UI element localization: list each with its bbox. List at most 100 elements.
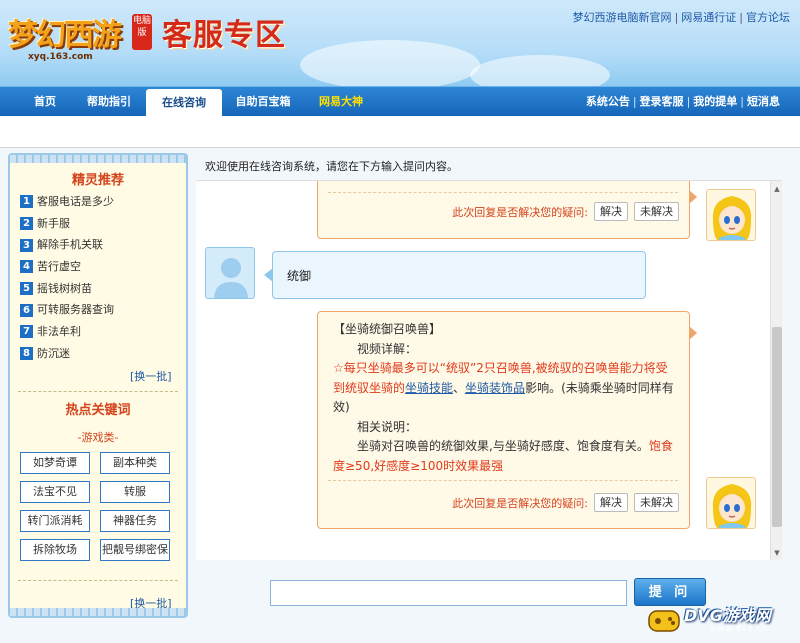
- system-notice-link[interactable]: 系统公告: [586, 95, 630, 108]
- feedback-row: 此次回复是否解决您的疑问: 解决 未解决: [452, 493, 679, 512]
- user-message-bubble: 统御: [264, 251, 646, 299]
- passport-link[interactable]: 网易通行证: [681, 11, 736, 24]
- keyword-button[interactable]: 转门派消耗: [20, 510, 90, 532]
- unresolved-button[interactable]: 未解决: [634, 493, 679, 512]
- reply-paragraph-1: ☆每只坐骑最多可以“统驭”2只召唤兽,被统驭的召唤兽能力将受到统驭坐骑的坐骑技能…: [333, 359, 678, 418]
- item-number: 1: [20, 195, 33, 209]
- refresh-recommend-link[interactable]: [换一批]: [130, 368, 172, 384]
- reply-title: 【坐骑统御召唤兽】: [333, 322, 442, 336]
- mount-skill-link[interactable]: 坐骑技能: [405, 381, 453, 395]
- category-label: -游戏类-: [77, 431, 119, 444]
- official-site-link[interactable]: 梦幻西游电脑新官网: [573, 11, 672, 24]
- keywords-title: 热点关键词: [65, 403, 131, 418]
- scroll-up-arrow-icon[interactable]: ▲: [772, 183, 782, 195]
- chat-scrollbar[interactable]: ▲ ▼: [770, 181, 782, 560]
- feedback-question: 此次回复是否解决您的疑问:: [452, 496, 588, 510]
- panel-border-deco: [10, 155, 186, 163]
- nav-help[interactable]: 帮助指引: [80, 87, 138, 117]
- item-label: 非法牟利: [37, 325, 81, 339]
- recommend-item[interactable]: 5 摇钱树树苗: [20, 278, 180, 300]
- keyword-button[interactable]: 拆除牧场: [20, 539, 90, 561]
- site-header: 梦幻西游 电脑版 xyq.163.com 客服专区 梦幻西游电脑新官网 | 网易通行…: [0, 0, 800, 86]
- recommend-item[interactable]: 7 非法牟利: [20, 321, 180, 343]
- keyword-button[interactable]: 如梦奇谭: [20, 452, 90, 474]
- sub-bar: [0, 116, 800, 148]
- item-number: 6: [20, 303, 33, 317]
- forum-link[interactable]: 官方论坛: [746, 11, 790, 24]
- item-label: 解除手机关联: [37, 238, 103, 252]
- scroll-down-arrow-icon[interactable]: ▼: [772, 547, 782, 559]
- item-label: 新手服: [37, 216, 70, 230]
- bot-reply-bubble: 此次回复是否解决您的疑问: 解决 未解决: [317, 181, 697, 239]
- user-avatar: [205, 247, 255, 299]
- item-number: 3: [20, 238, 33, 252]
- keyword-button[interactable]: 神器任务: [100, 510, 170, 532]
- nav-right-links: 系统公告 | 登录客服 | 我的提单 | 短消息: [585, 95, 780, 108]
- item-label: 摇钱树树苗: [37, 281, 92, 295]
- item-label: 苦行虚空: [37, 260, 81, 274]
- cloud-decoration: [470, 55, 610, 86]
- login-service-link[interactable]: 登录客服: [640, 95, 684, 108]
- divider: [328, 480, 678, 481]
- recommend-title: 精灵推荐: [71, 173, 124, 188]
- feedback-row: 此次回复是否解决您的疑问: 解决 未解决: [452, 202, 679, 221]
- keyword-button[interactable]: 法宝不见: [20, 481, 90, 503]
- keyword-button[interactable]: 把靓号绑密保: [100, 539, 170, 561]
- divider: [18, 391, 178, 392]
- page-title: 客服专区: [162, 18, 286, 53]
- recommend-item[interactable]: 4 苦行虚空: [20, 256, 180, 278]
- logo-url: xyq.163.com: [28, 52, 93, 62]
- reply-content: 【坐骑统御召唤兽】 视频详解： ☆每只坐骑最多可以“统驭”2只召唤兽,被统驭的召…: [333, 320, 678, 476]
- reply-paragraph-2: 坐骑对召唤兽的统御效果,与坐骑好感度、饱食度有关。饱食度≥50,好感度≥100时…: [333, 437, 678, 476]
- scroll-thumb[interactable]: [772, 327, 782, 527]
- item-number: 8: [20, 347, 33, 361]
- item-label: 客服电话是多少: [37, 195, 114, 208]
- sidebar-panel: 精灵推荐 1 客服电话是多少 2 新手服 3 解除手机关联 4 苦行虚空 5 摇钱树树苗 …: [8, 153, 188, 618]
- my-tickets-link[interactable]: 我的提单: [693, 95, 737, 108]
- item-label: 防沉迷: [37, 346, 70, 360]
- top-links: 梦幻西游电脑新官网 | 网易通行证 | 官方论坛: [572, 11, 790, 24]
- messages-link[interactable]: 短消息: [747, 95, 780, 108]
- item-number: 4: [20, 260, 33, 274]
- assistant-avatar: [706, 477, 756, 529]
- main-nav: 首页 帮助指引 在线咨询 自助百宝箱 网易大神 系统公告 | 登录客服 | 我的提单 | 短…: [0, 86, 800, 117]
- mount-decoration-link[interactable]: 坐骑装饰品: [465, 381, 525, 395]
- reply-line-2: 坐骑对召唤兽的统御效果,与坐骑好感度、饱食度有关。: [357, 439, 649, 453]
- related-label: 相关说明：: [357, 419, 418, 434]
- unresolved-button[interactable]: 未解决: [634, 202, 679, 221]
- recommend-item[interactable]: 2 新手服: [20, 213, 180, 235]
- nav-self-service[interactable]: 自助百宝箱: [228, 87, 298, 117]
- cloud-decoration: [300, 40, 480, 86]
- panel-border-deco: [10, 608, 186, 616]
- resolved-button[interactable]: 解决: [594, 493, 628, 512]
- watermark-text: DVG游戏网: [684, 606, 771, 625]
- nav-home[interactable]: 首页: [22, 87, 68, 117]
- feedback-question: 此次回复是否解决您的疑问:: [452, 205, 588, 219]
- video-label: 视频详解：: [357, 341, 418, 356]
- watermark-url: www.dvg.cn: [710, 624, 769, 633]
- resolved-button[interactable]: 解决: [594, 202, 628, 221]
- question-input[interactable]: [270, 580, 627, 606]
- game-logo[interactable]: 梦幻西游 电脑版 xyq.163.com: [8, 6, 158, 66]
- site-watermark: DVG游戏网 www.dvg.cn: [646, 598, 800, 643]
- controller-icon: [648, 610, 680, 632]
- user-silhouette-icon: [214, 258, 248, 298]
- recommend-item[interactable]: 3 解除手机关联: [20, 234, 180, 256]
- keyword-button[interactable]: 转服: [100, 481, 170, 503]
- logo-text: 梦幻西游: [8, 18, 122, 53]
- keyword-button[interactable]: 副本种类: [100, 452, 170, 474]
- recommend-item[interactable]: 6 可转服务器查询: [20, 299, 180, 321]
- separator: 、: [453, 380, 466, 395]
- item-number: 2: [20, 217, 33, 231]
- item-number: 7: [20, 325, 33, 339]
- fairy-avatar-icon: [712, 484, 752, 528]
- logo-badge: 电脑版: [132, 14, 152, 50]
- fairy-avatar-icon: [712, 196, 752, 240]
- nav-netease-dashen[interactable]: 网易大神: [310, 87, 372, 117]
- recommend-item[interactable]: 1 客服电话是多少: [20, 191, 180, 213]
- chat-window: 此次回复是否解决您的疑问: 解决 未解决 统御 【坐骑统御召唤兽】 视频详解： …: [196, 180, 782, 560]
- bot-reply-bubble: 【坐骑统御召唤兽】 视频详解： ☆每只坐骑最多可以“统驭”2只召唤兽,被统驭的召…: [317, 311, 697, 529]
- item-label: 可转服务器查询: [37, 303, 114, 317]
- recommend-item[interactable]: 8 防沉迷: [20, 343, 180, 365]
- nav-online-consult[interactable]: 在线咨询: [146, 89, 222, 117]
